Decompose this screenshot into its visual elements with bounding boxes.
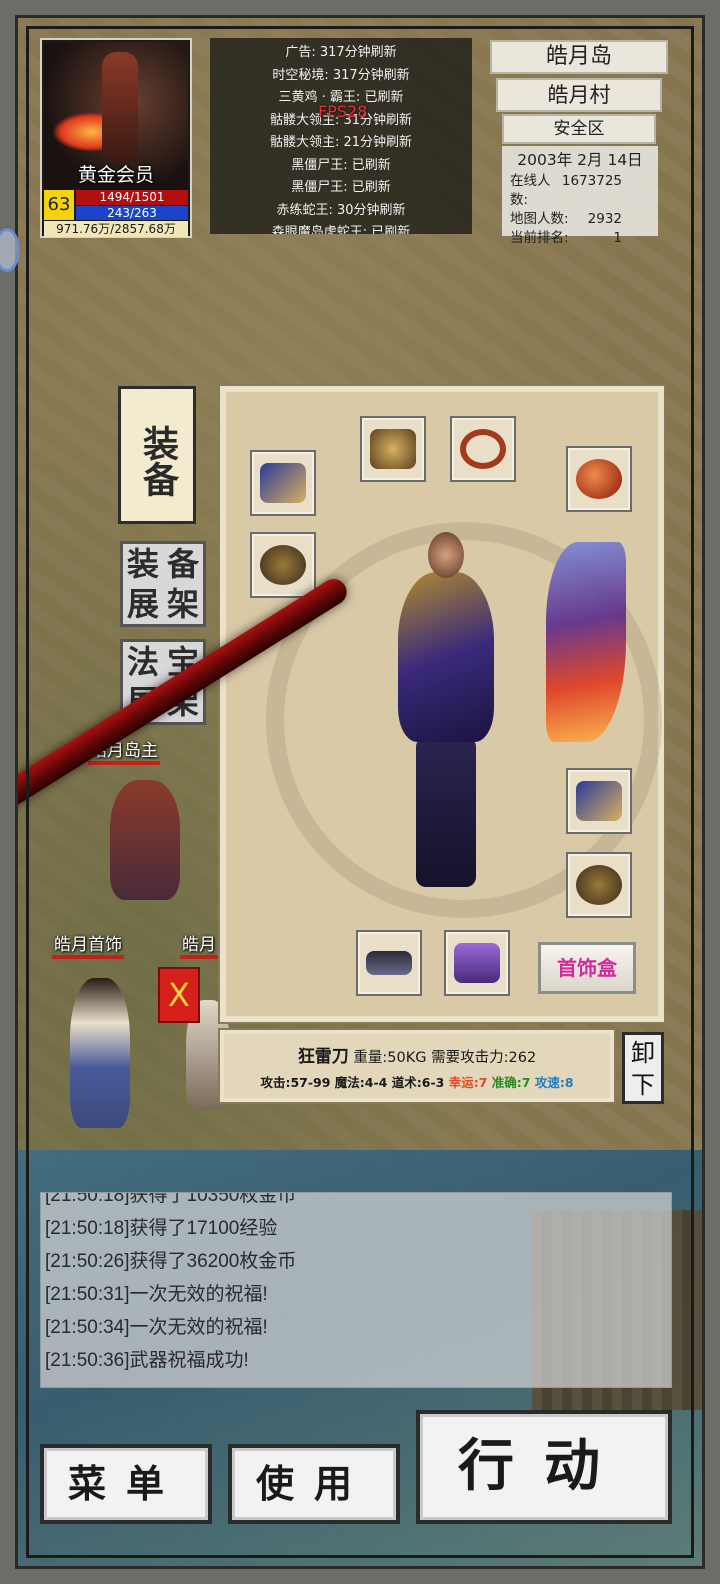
location-village[interactable]: 皓月村 [496, 78, 662, 112]
slot-helmet[interactable] [360, 416, 426, 482]
item-accuracy: 准确:7 [491, 1075, 531, 1090]
helmet-icon [370, 429, 416, 469]
slot-bracelet-right[interactable] [566, 768, 632, 834]
chat-line: [21:50:26]获得了36200枚金币 [45, 1251, 297, 1272]
boss-timer-line: 黑僵尸王: 已刷新 [291, 157, 391, 173]
hero-legs [416, 737, 476, 887]
slot-ring-right[interactable] [566, 852, 632, 918]
chat-line: [21:50:36]武器祝福成功! [45, 1350, 249, 1371]
item-summary: 狂雷刀 重量:50KG 需要攻击力:262 [224, 1042, 610, 1067]
hero-head [428, 532, 464, 578]
slot-necklace[interactable] [450, 416, 516, 482]
rank-label: 当前排名: [510, 230, 569, 246]
npc-label-partial[interactable]: 皓月 [180, 930, 218, 959]
boots-icon [454, 943, 500, 983]
chat-line: [21:50:18]获得了17100经验 [45, 1218, 278, 1239]
player-level: 63 [44, 190, 74, 220]
jewelry-box-button[interactable]: 首饰盒 [538, 942, 636, 994]
hero-armor [398, 572, 494, 742]
item-weight: 重量:50KG [353, 1050, 427, 1066]
item-magic: 魔法:4-4 [334, 1075, 388, 1090]
location-island[interactable]: 皓月岛 [490, 40, 668, 74]
server-info: 2003年 2月 14日 在线人数: 1673725 地图人数: 2932 当前排名… [502, 146, 658, 246]
boss-timer-line: 森眼魔岛虎蛇王: 已刷新 [271, 225, 411, 234]
hp-bar: 1494/1501 [76, 190, 188, 205]
slot-boots[interactable] [444, 930, 510, 996]
npc-island-lord[interactable] [110, 780, 180, 900]
item-luck: 幸运:7 [448, 1075, 488, 1090]
tab-char: 备 [166, 545, 199, 583]
boss-timer-line: 广告: 317分钟刷新 [285, 45, 397, 60]
tab-equipment-showcase[interactable]: 装 备 展 架 [120, 541, 206, 627]
map-count: 2932 [587, 211, 622, 227]
belt-icon [366, 951, 412, 975]
use-button[interactable]: 使用 [228, 1444, 400, 1524]
boss-timer-line: 赤练蛇王: 30分钟刷新 [276, 202, 406, 218]
equipment-panel: 首饰盒 [220, 386, 664, 1022]
boss-timer-line: 骷髅大领主: 21分钟刷新 [269, 135, 413, 150]
fps-counter: FPS28 [318, 102, 368, 121]
tab-char: 法 [126, 643, 159, 681]
mp-bar: 243/263 [76, 206, 188, 220]
online-count: 1673725 [561, 173, 622, 189]
bracelet-icon [260, 463, 306, 503]
item-requirement: 需要攻击力:262 [431, 1050, 537, 1066]
online-label: 在线人数: [510, 173, 551, 208]
close-button[interactable]: X [158, 967, 200, 1023]
item-speed: 攻速:8 [534, 1075, 574, 1090]
rank-value: 1 [613, 230, 622, 246]
item-tao: 道术:6-3 [391, 1075, 445, 1090]
floating-assist-button[interactable] [0, 228, 20, 272]
menu-button[interactable]: 菜单 [40, 1444, 212, 1524]
item-info-panel: 狂雷刀 重量:50KG 需要攻击力:262 攻击:57-99 魔法:4-4 道术… [220, 1030, 614, 1102]
ring-icon [260, 545, 306, 585]
slot-belt[interactable] [356, 930, 422, 996]
unequip-button[interactable]: 卸下 [622, 1032, 664, 1104]
gold-amount: 971.76万/2857.68万 [44, 221, 188, 237]
character-figure [102, 52, 138, 162]
slot-ring-left[interactable] [250, 532, 316, 598]
chat-line: [21:50:34]一次无效的祝福! [45, 1317, 268, 1338]
chat-line: [21:50:18]获得了10350枚金币 [45, 1192, 297, 1206]
boss-timer-line: 黑僵尸王: 已刷新 [291, 180, 391, 195]
action-button[interactable]: 行动 [416, 1410, 672, 1524]
tab-char: 装 [126, 545, 159, 583]
boss-timer-panel[interactable]: 广告: 317分钟刷新 时空秘境: 317分钟刷新 三黄鸡 · 霸王: 已刷新 … [210, 38, 472, 234]
slot-orb[interactable] [566, 446, 632, 512]
game-date: 2003年 2月 14日 [517, 151, 643, 169]
membership-label: 黄金会员 [77, 164, 154, 186]
character-preview [376, 532, 516, 892]
weapon-icon[interactable] [546, 542, 626, 742]
tab-equipment[interactable]: 装备 [118, 386, 196, 524]
location-zone: 安全区 [502, 114, 656, 144]
item-name: 狂雷刀 [297, 1047, 349, 1067]
necklace-icon [460, 429, 506, 469]
tab-char: 架 [166, 585, 199, 623]
chat-log[interactable]: [21:50:18]获得了10350枚金币 [21:50:18]获得了17100… [40, 1192, 672, 1388]
map-label: 地图人数: [510, 211, 569, 227]
ring-icon [576, 865, 622, 905]
orb-icon [576, 459, 622, 499]
bracelet-icon [576, 781, 622, 821]
tab-char: 展 [126, 585, 159, 623]
player-card[interactable]: 黄金会员 63 1494/1501 243/263 971.76万/2857.6… [40, 38, 192, 238]
npc-jeweler[interactable] [70, 978, 130, 1128]
boss-timer-line: 时空秘境: 317分钟刷新 [272, 67, 410, 83]
npc-label-jeweler[interactable]: 皓月首饰 [52, 930, 124, 959]
chat-line: [21:50:31]一次无效的祝福! [45, 1284, 268, 1305]
item-stats: 攻击:57-99 魔法:4-4 道术:6-3 幸运:7 准确:7 攻速:8 [224, 1072, 610, 1091]
slot-bracelet-left[interactable] [250, 450, 316, 516]
item-attack: 攻击:57-99 [260, 1075, 331, 1090]
